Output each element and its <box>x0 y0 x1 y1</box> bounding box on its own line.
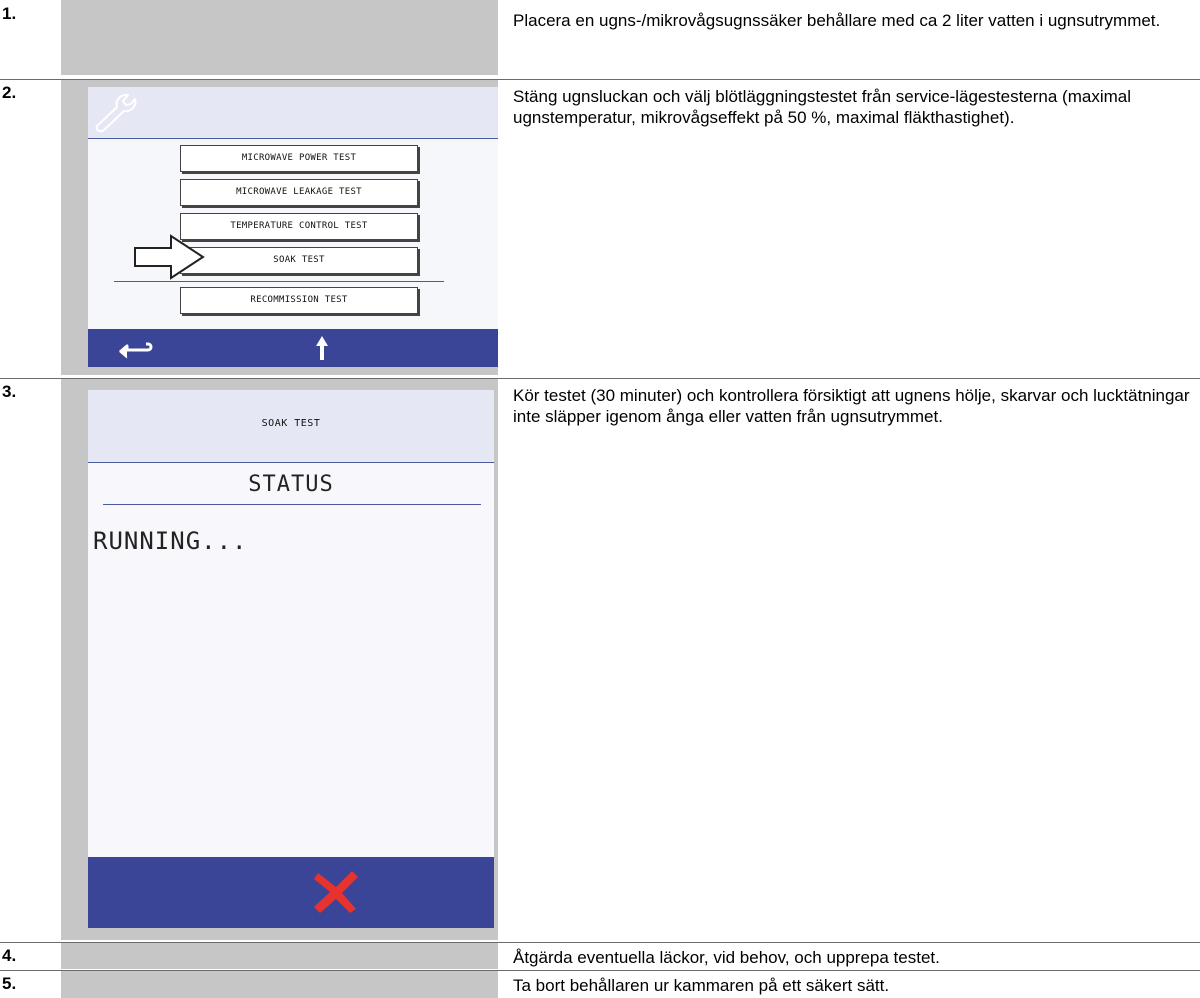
step-text: Åtgärda eventuella läckor, vid behov, oc… <box>513 948 940 967</box>
step-5: 5. Ta bort behållaren ur kammaren på ett… <box>0 970 1200 998</box>
step-text: Kör testet (30 minuter) och kontrollera … <box>513 386 1190 426</box>
step-1: 1. Placera en ugns-/mikrovågsugnssäker b… <box>0 0 1200 76</box>
wrench-icon <box>95 93 137 133</box>
image-placeholder <box>61 943 498 969</box>
service-menu-footer <box>88 329 498 367</box>
soak-test-footer <box>88 857 494 928</box>
step-number: 2. <box>2 83 17 102</box>
status-underline <box>103 504 481 505</box>
soak-test-title: SOAK TEST <box>261 418 321 429</box>
image-placeholder <box>61 0 498 75</box>
selection-line <box>114 281 444 282</box>
menu-item-temperature-control-test[interactable]: TEMPERATURE CONTROL TEST <box>180 213 418 240</box>
menu-item-microwave-power-test[interactable]: MICROWAVE POWER TEST <box>180 145 418 172</box>
up-arrow-icon[interactable] <box>314 334 330 362</box>
step-2: 2. MICROWAVE POWER TEST MICROWAVE LEAKAG… <box>0 79 1200 375</box>
menu-item-recommission-test[interactable]: RECOMMISSION TEST <box>180 287 418 314</box>
menu-item-soak-test[interactable]: SOAK TEST <box>180 247 418 274</box>
step-number: 5. <box>2 974 17 993</box>
step-number: 3. <box>2 382 17 401</box>
step-text: Placera en ugns-/mikrovågsugnssäker behå… <box>513 11 1161 30</box>
service-menu-screen: MICROWAVE POWER TEST MICROWAVE LEAKAGE T… <box>88 87 498 367</box>
step-number: 1. <box>2 4 17 23</box>
back-arrow-icon[interactable] <box>118 337 160 361</box>
step-3: 3. SOAK TEST STATUS RUNNING... Kör teste… <box>0 378 1200 940</box>
pointer-arrow-icon <box>134 234 205 280</box>
menu-item-microwave-leakage-test[interactable]: MICROWAVE LEAKAGE TEST <box>180 179 418 206</box>
step-text: Ta bort behållaren ur kammaren på ett sä… <box>513 976 890 995</box>
cancel-x-icon[interactable] <box>312 869 360 915</box>
status-value: RUNNING... <box>93 527 248 555</box>
step-number: 4. <box>2 946 17 965</box>
service-menu-frame: MICROWAVE POWER TEST MICROWAVE LEAKAGE T… <box>61 80 498 375</box>
status-heading: STATUS <box>248 472 334 497</box>
soak-test-screen: SOAK TEST STATUS RUNNING... <box>88 390 494 928</box>
image-placeholder <box>61 971 498 998</box>
service-menu-header <box>88 87 498 139</box>
soak-test-frame: SOAK TEST STATUS RUNNING... <box>61 379 498 940</box>
step-4: 4. Åtgärda eventuella läckor, vid behov,… <box>0 942 1200 970</box>
step-text: Stäng ugnsluckan och välj blötläggningst… <box>513 87 1131 127</box>
soak-test-header: SOAK TEST <box>88 390 494 463</box>
